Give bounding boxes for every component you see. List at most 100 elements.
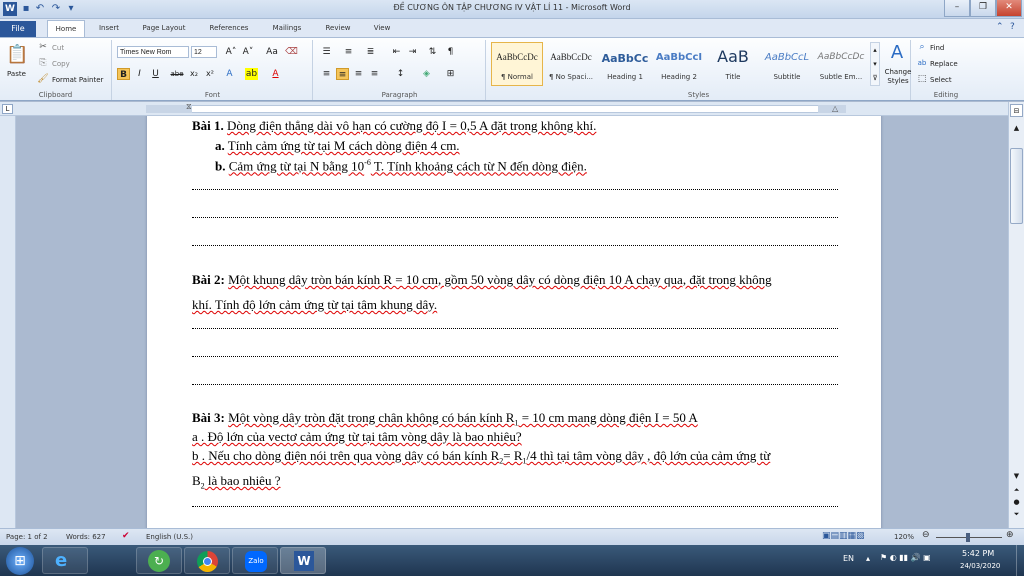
tab-file[interactable]: File bbox=[0, 21, 36, 37]
vertical-scrollbar[interactable]: ⊟ ▲ ▼ ⏶ ● ⏷ bbox=[1008, 102, 1024, 528]
document-page[interactable]: Bài 1. Dòng điện thẳng dài vô hạn có cườ… bbox=[147, 116, 881, 528]
close-button[interactable]: ✕ bbox=[996, 0, 1022, 17]
clock-date[interactable]: 24/03/2020 bbox=[960, 562, 1000, 570]
show-desktop-button[interactable] bbox=[1016, 545, 1024, 576]
numbering-icon[interactable]: ≡ bbox=[342, 46, 355, 58]
decrease-indent-icon[interactable]: ⇤ bbox=[390, 46, 403, 58]
horizontal-ruler[interactable]: L ⧖ △ bbox=[0, 102, 1024, 116]
taskbar-zalo[interactable]: Zalo bbox=[232, 547, 278, 574]
next-page-icon[interactable]: ⏷ bbox=[1010, 510, 1023, 522]
superscript-button[interactable]: x² bbox=[203, 68, 217, 80]
tab-insert[interactable]: Insert bbox=[92, 22, 126, 37]
taskbar-app-green[interactable]: ↻ bbox=[136, 547, 182, 574]
align-center-icon[interactable]: ≡ bbox=[336, 68, 349, 80]
copy-icon[interactable]: ⎘ bbox=[37, 58, 49, 69]
sort-icon[interactable]: ⇅ bbox=[426, 46, 439, 58]
restore-button[interactable]: ❐ bbox=[970, 0, 996, 17]
tray-icons[interactable]: ⚑ ◐ ▮▮ 🔊 ▣ bbox=[880, 553, 931, 562]
scroll-up-icon[interactable]: ▲ bbox=[1010, 122, 1023, 134]
multilevel-list-icon[interactable]: ≣ bbox=[364, 46, 377, 58]
browse-object-icon[interactable]: ● bbox=[1010, 498, 1023, 510]
tab-mailings[interactable]: Mailings bbox=[264, 22, 310, 37]
clock-time[interactable]: 5:42 PM bbox=[962, 549, 994, 558]
cut-button[interactable]: Cut bbox=[52, 44, 64, 52]
tray-arrow-icon[interactable]: ▴ bbox=[866, 554, 870, 563]
text-effects-icon[interactable]: A bbox=[223, 68, 236, 80]
change-styles-button[interactable]: Change Styles bbox=[883, 68, 913, 86]
taskbar-word[interactable]: W bbox=[280, 547, 326, 574]
font-color-icon[interactable]: A bbox=[269, 68, 282, 80]
zoom-slider-thumb[interactable] bbox=[966, 533, 970, 542]
show-marks-icon[interactable]: ¶ bbox=[444, 46, 457, 58]
tab-references[interactable]: References bbox=[202, 22, 256, 37]
minimize-button[interactable]: – bbox=[944, 0, 970, 17]
italic-button[interactable]: I bbox=[133, 68, 146, 80]
tab-page-layout[interactable]: Page Layout bbox=[136, 22, 192, 37]
replace-icon[interactable]: ab bbox=[916, 58, 928, 69]
format-painter-icon[interactable]: 🖌 bbox=[37, 74, 49, 85]
font-name-select[interactable]: Times New Rom bbox=[117, 46, 189, 58]
start-button-icon[interactable]: ⊞ bbox=[6, 547, 34, 575]
bold-button[interactable]: B bbox=[117, 68, 130, 80]
format-painter-button[interactable]: Format Painter bbox=[52, 76, 103, 84]
ribbon-minimize-icon[interactable]: ⌃ bbox=[996, 22, 1004, 32]
scroll-down-icon[interactable]: ▼ bbox=[1010, 472, 1023, 484]
document-area[interactable]: Bài 1. Dòng điện thẳng dài vô hạn có cườ… bbox=[16, 116, 1008, 528]
help-icon[interactable]: ? bbox=[1010, 22, 1015, 32]
strikethrough-button[interactable]: abe bbox=[169, 68, 185, 80]
font-size-select[interactable]: 12 bbox=[191, 46, 217, 58]
scroll-thumb[interactable] bbox=[1010, 148, 1023, 224]
style-subtitle[interactable]: AaBbCcL Subtitle bbox=[761, 42, 813, 86]
borders-icon[interactable]: ⊞ bbox=[444, 68, 457, 80]
tab-home[interactable]: Home bbox=[47, 20, 85, 37]
bullets-icon[interactable]: ☰ bbox=[320, 46, 333, 58]
align-right-icon[interactable]: ≡ bbox=[352, 68, 365, 80]
subscript-button[interactable]: x₂ bbox=[187, 68, 201, 80]
style-subtle-emphasis[interactable]: AaBbCcDc Subtle Em... bbox=[815, 42, 867, 86]
tab-view[interactable]: View bbox=[366, 22, 398, 37]
shading-icon[interactable]: ◈ bbox=[420, 68, 433, 80]
change-styles-icon[interactable]: A bbox=[885, 42, 909, 64]
style-heading-2[interactable]: AaBbCcI Heading 2 bbox=[653, 42, 705, 86]
style-title[interactable]: AaB Title bbox=[707, 42, 759, 86]
underline-button[interactable]: U bbox=[149, 68, 162, 80]
clear-formatting-icon[interactable]: ⌫ bbox=[285, 46, 298, 58]
tab-selector-icon[interactable]: L bbox=[2, 104, 13, 114]
replace-button[interactable]: Replace bbox=[930, 60, 958, 68]
proofing-icon[interactable]: ✔ bbox=[122, 531, 130, 541]
page-count[interactable]: Page: 1 of 2 bbox=[6, 533, 48, 541]
zoom-in-icon[interactable]: ⊕ bbox=[1006, 530, 1014, 540]
align-left-icon[interactable]: ≡ bbox=[320, 68, 333, 80]
right-indent-icon[interactable]: △ bbox=[832, 104, 838, 113]
zoom-out-icon[interactable]: ⊖ bbox=[922, 530, 930, 540]
styles-scroll-icon[interactable]: ▴ ▾ ⊽ bbox=[870, 42, 880, 86]
style-heading-1[interactable]: AaBbCc Heading 1 bbox=[599, 42, 651, 86]
view-buttons-icon[interactable]: ▣▤▥▦▧ bbox=[822, 531, 865, 541]
style-no-spacing[interactable]: AaBbCcDc ¶ No Spaci... bbox=[545, 42, 597, 86]
previous-page-icon[interactable]: ⏶ bbox=[1010, 486, 1023, 498]
select-button[interactable]: Select bbox=[930, 76, 952, 84]
indent-marker-icon[interactable]: ⧖ bbox=[186, 102, 192, 112]
find-icon[interactable]: ⌕ bbox=[916, 42, 928, 53]
taskbar-ie[interactable]: e bbox=[42, 547, 88, 574]
paste-button[interactable]: Paste bbox=[7, 70, 26, 78]
justify-icon[interactable]: ≡ bbox=[368, 68, 381, 80]
select-icon[interactable]: ⬚ bbox=[916, 74, 928, 85]
change-case-button[interactable]: Aa bbox=[263, 46, 281, 58]
taskbar-chrome[interactable] bbox=[184, 547, 230, 574]
grow-font-button[interactable]: A˄ bbox=[223, 46, 239, 58]
view-ruler-icon[interactable]: ⊟ bbox=[1010, 104, 1023, 117]
zoom-level[interactable]: 120% bbox=[894, 533, 914, 541]
shrink-font-button[interactable]: A˅ bbox=[240, 46, 256, 58]
word-count[interactable]: Words: 627 bbox=[66, 533, 106, 541]
language-indicator[interactable]: English (U.S.) bbox=[146, 533, 193, 541]
highlight-icon[interactable]: ab bbox=[245, 68, 258, 80]
increase-indent-icon[interactable]: ⇥ bbox=[406, 46, 419, 58]
cut-icon[interactable]: ✂ bbox=[37, 42, 49, 53]
find-button[interactable]: Find bbox=[930, 44, 944, 52]
paste-icon[interactable]: 📋 bbox=[6, 44, 28, 66]
copy-button[interactable]: Copy bbox=[52, 60, 70, 68]
style-normal[interactable]: AaBbCcDc ¶ Normal bbox=[491, 42, 543, 86]
language-tray[interactable]: EN bbox=[843, 554, 854, 563]
tab-review[interactable]: Review bbox=[318, 22, 358, 37]
